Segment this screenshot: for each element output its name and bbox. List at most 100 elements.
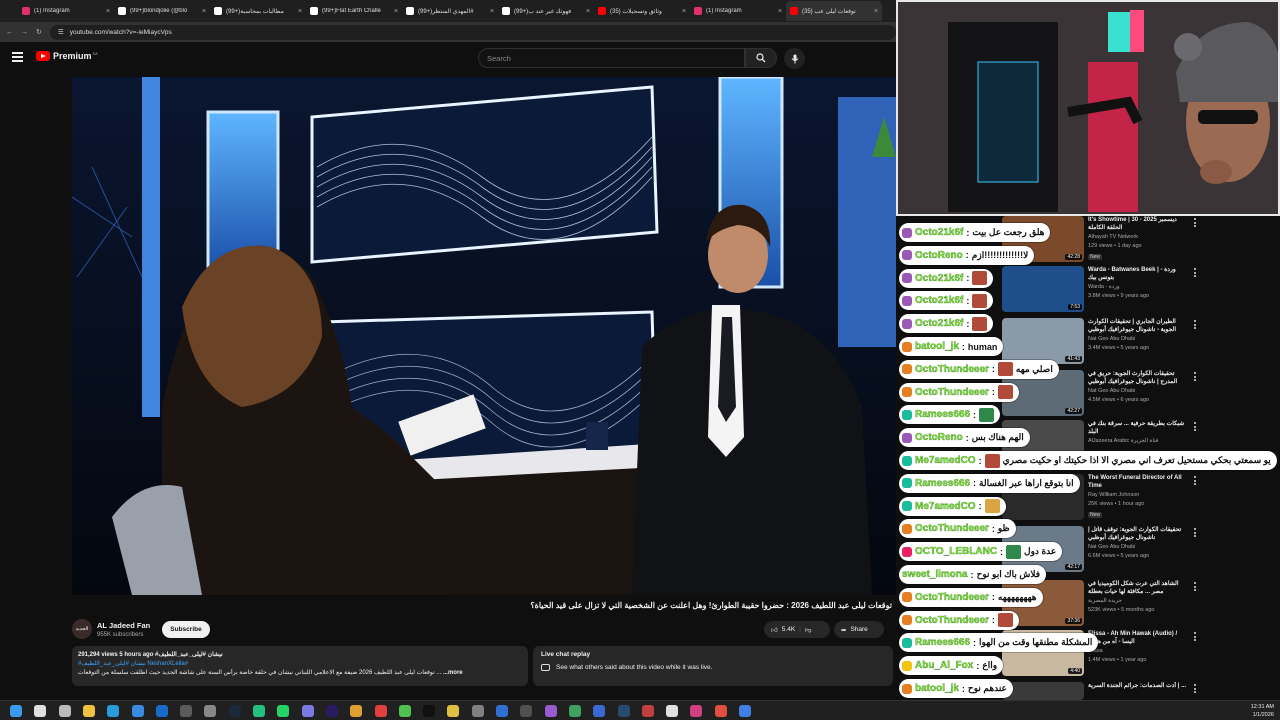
youtube-logo[interactable]: Premium SA <box>36 51 98 61</box>
user-badge-icon <box>902 546 912 557</box>
tiktok-icon[interactable] <box>423 705 436 717</box>
forward-icon[interactable]: → <box>21 29 28 36</box>
tab-close-icon[interactable]: × <box>586 8 590 15</box>
outlook-icon[interactable] <box>155 705 168 717</box>
app-icon[interactable] <box>641 705 654 717</box>
share-button[interactable]: ➦ Share <box>834 621 884 638</box>
store-icon[interactable] <box>131 705 144 717</box>
tab-favicon-icon <box>214 7 222 15</box>
app-icon[interactable] <box>666 705 679 717</box>
app-icon[interactable] <box>496 705 508 717</box>
chrome-icon[interactable] <box>447 705 460 717</box>
reload-icon[interactable]: ↻ <box>36 28 42 36</box>
thumbs-down-icon[interactable]: 👎︎ <box>805 626 812 634</box>
task-view-icon[interactable] <box>58 705 71 717</box>
chat-username: OctoThundeeer <box>915 363 989 375</box>
steam-icon[interactable] <box>228 705 241 717</box>
chat-text: الهم هناك بس <box>971 432 1024 443</box>
share-icon: ➦ <box>841 626 847 634</box>
user-badge-icon <box>902 227 912 238</box>
app-icon[interactable] <box>253 705 265 717</box>
user-badge-icon <box>902 523 912 534</box>
chat-username: Abu_Al_Fox <box>915 660 974 672</box>
app-icon[interactable] <box>544 705 557 717</box>
chat-separator: : <box>976 660 980 671</box>
chat-username: OctoThundeeer <box>915 386 989 398</box>
site-info-icon[interactable]: ☰ <box>58 28 64 36</box>
video-title: توقعات ليلى عبد اللطيف 2026 : حضروا حقيب… <box>530 601 892 610</box>
system-clock[interactable]: 12:31 AM 1/1/2026 <box>1251 703 1274 719</box>
like-count: 5.4K <box>781 626 796 633</box>
app-icon[interactable] <box>350 705 363 717</box>
search-icon[interactable] <box>34 705 47 717</box>
address-bar[interactable]: ☰ youtube.com/watch?v=-ieMiaycVps <box>49 24 896 40</box>
browser-tab[interactable]: (99+)فهوتك غير عند ب × <box>498 1 594 21</box>
user-badge-icon <box>902 250 912 261</box>
chat-separator: : <box>978 501 982 512</box>
tab-close-icon[interactable]: × <box>394 8 398 15</box>
hamburger-menu-icon[interactable] <box>12 52 23 64</box>
chat-username: Ramees666 <box>915 637 971 649</box>
app-icon[interactable] <box>520 705 533 717</box>
tab-close-icon[interactable]: × <box>298 8 302 15</box>
app-icon[interactable] <box>690 705 703 717</box>
chat-username: OctoReno <box>915 432 963 444</box>
browser-tab[interactable]: (99+)Flat Earth Challe × <box>306 1 402 21</box>
premiere-icon[interactable] <box>325 705 338 717</box>
chat-message: Octo21k6f: هلق رجعت عل بيت <box>899 223 1051 242</box>
description-box[interactable]: 291,294 views 5 hours ago #نيشان #ليلى_ع… <box>72 646 528 686</box>
user-badge-icon <box>902 409 912 420</box>
browser-tab[interactable]: (99+)مطالبات بمحاسبة × <box>210 1 306 21</box>
channel-avatar[interactable]: الجديد <box>72 619 92 639</box>
app-icon[interactable] <box>301 705 314 717</box>
browser-tab[interactable]: (99+)blondjolie (@blo × <box>114 1 210 21</box>
tab-close-icon[interactable]: × <box>874 8 878 15</box>
chat-username: OctoReno <box>915 249 963 261</box>
tab-close-icon[interactable]: × <box>202 8 206 15</box>
steam-icon[interactable] <box>617 705 630 717</box>
tab-close-icon[interactable]: × <box>490 8 494 15</box>
live-chat-replay-panel[interactable]: Live chat replay See what others said ab… <box>533 646 893 686</box>
streamer-webcam <box>896 0 1280 216</box>
browser-tab[interactable]: (99+)المهدي المنتظر# × <box>402 1 498 21</box>
app-icon[interactable] <box>374 705 387 717</box>
chrome-icon[interactable] <box>568 705 581 717</box>
chat-message: OCTO_LEBLANC: عدة دول <box>899 542 1063 562</box>
voice-search-button[interactable] <box>784 48 805 69</box>
back-icon[interactable]: ← <box>6 29 13 36</box>
tab-title: (99+)فهوتك غير عند ب <box>514 8 572 15</box>
app-icon[interactable] <box>471 705 484 717</box>
tab-close-icon[interactable]: × <box>682 8 686 15</box>
channel-name[interactable]: AL Jadeed Fan <box>97 621 150 630</box>
windows-start-icon[interactable] <box>10 705 22 717</box>
app-icon[interactable] <box>398 705 411 717</box>
user-badge-icon <box>902 341 912 352</box>
video-player[interactable] <box>72 77 896 595</box>
edge-icon[interactable] <box>107 705 120 717</box>
search-input[interactable]: Search <box>478 48 745 68</box>
app-icon[interactable] <box>739 705 751 717</box>
whatsapp-icon[interactable] <box>277 705 290 717</box>
chrome-icon[interactable] <box>714 705 727 717</box>
browser-tab[interactable]: (35) توقعات ليلى عب × <box>786 1 882 21</box>
region-code: SA <box>92 50 98 56</box>
app-icon[interactable] <box>204 705 217 717</box>
tab-title: (99+)مطالبات بمحاسبة <box>226 8 284 15</box>
more-link[interactable]: ...more <box>443 670 463 676</box>
search-button[interactable] <box>745 48 777 68</box>
tab-close-icon[interactable]: × <box>106 8 110 15</box>
hashtags[interactable]: #نيشان #ليلى_عبد_اللطيف NeshanXLeila# <box>78 660 522 669</box>
tab-favicon-icon <box>118 7 126 15</box>
like-dislike-button[interactable]: 👍︎ 5.4K | 👎︎ <box>764 621 830 638</box>
thumbs-up-icon[interactable]: 👍︎ <box>771 626 778 634</box>
file-explorer-icon[interactable] <box>82 705 95 717</box>
tab-close-icon[interactable]: × <box>778 8 782 15</box>
browser-tab[interactable]: (1) Instagram × <box>18 1 114 21</box>
browser-tab[interactable]: (1) Instagram × <box>690 1 786 21</box>
subscribe-button[interactable]: Subscribe <box>162 621 210 638</box>
chat-username: OCTO_LEBLANC <box>915 546 998 558</box>
chat-separator: : <box>965 250 969 261</box>
browser-tab[interactable]: (35) وثائق وتسجيلات × <box>594 1 690 21</box>
app-icon[interactable] <box>180 705 193 717</box>
app-icon[interactable] <box>593 705 606 717</box>
